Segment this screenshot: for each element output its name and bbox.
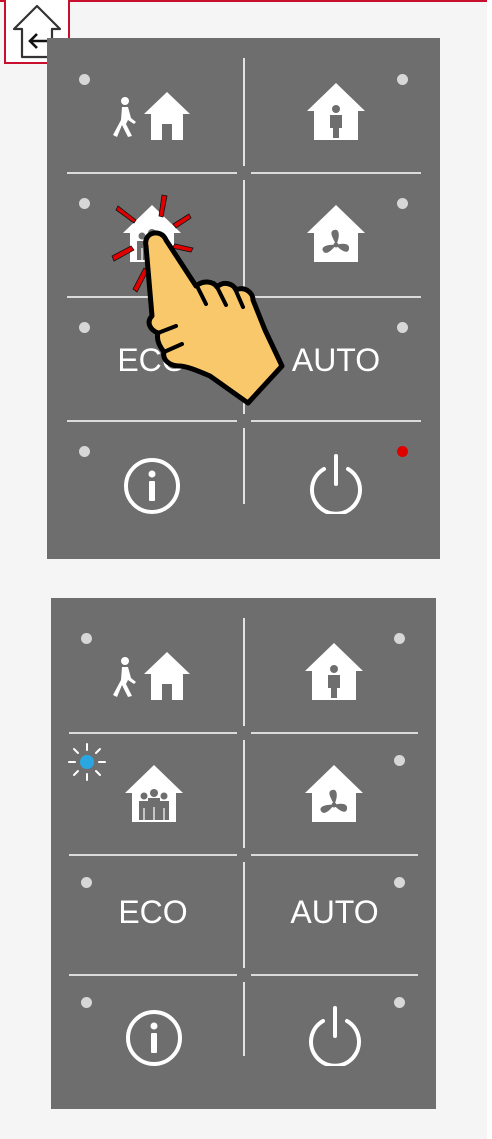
status-led [81, 877, 92, 888]
info-icon [124, 458, 180, 514]
info-button[interactable] [67, 428, 237, 538]
ventilation-mode-button[interactable] [251, 740, 418, 850]
party-mode-button[interactable] [68, 740, 237, 850]
power-icon [310, 454, 362, 514]
person-leaving-home-icon [113, 652, 190, 700]
status-led [79, 198, 90, 209]
home-mode-button[interactable] [251, 618, 418, 728]
control-panel-press: ECO AUTO [47, 38, 440, 559]
group-in-home-icon [125, 765, 183, 822]
power-button[interactable] [251, 428, 421, 538]
power-button[interactable] [251, 982, 418, 1090]
group-in-home-icon [123, 205, 181, 262]
control-panel-party-active: ECO AUTO [51, 598, 436, 1109]
top-accent-line [0, 0, 492, 2]
status-led [79, 446, 90, 457]
status-led [394, 877, 405, 888]
eco-label: ECO [118, 894, 188, 930]
person-in-home-icon [307, 83, 365, 140]
party-mode-button[interactable] [67, 180, 237, 290]
away-mode-button[interactable] [69, 618, 237, 728]
status-led [397, 198, 408, 209]
status-led [394, 633, 405, 644]
eco-label: ECO [117, 342, 187, 378]
right-margin [487, 0, 492, 1139]
status-led [79, 322, 90, 333]
fan-home-icon [307, 205, 365, 262]
person-leaving-home-icon [113, 92, 190, 140]
home-mode-button[interactable] [251, 58, 421, 168]
person-in-home-icon [305, 643, 363, 700]
status-led [397, 74, 408, 85]
power-icon [309, 1006, 361, 1066]
auto-mode-button[interactable]: AUTO [251, 862, 418, 970]
status-led [397, 322, 408, 333]
status-led [81, 633, 92, 644]
auto-mode-button[interactable]: AUTO [251, 304, 421, 414]
status-led-red [397, 446, 408, 457]
fan-home-icon [305, 765, 363, 822]
auto-label: AUTO [290, 894, 379, 930]
ventilation-mode-button[interactable] [251, 180, 421, 290]
blinking-led-icon [68, 743, 106, 781]
info-icon [126, 1010, 182, 1066]
status-led [394, 755, 405, 766]
info-button[interactable] [69, 982, 237, 1090]
auto-label: AUTO [291, 342, 381, 378]
eco-mode-button[interactable]: ECO [69, 862, 237, 970]
status-led [81, 997, 92, 1008]
eco-mode-button[interactable]: ECO [67, 304, 237, 414]
status-led [79, 74, 90, 85]
status-led [394, 997, 405, 1008]
away-mode-button[interactable] [67, 58, 237, 168]
